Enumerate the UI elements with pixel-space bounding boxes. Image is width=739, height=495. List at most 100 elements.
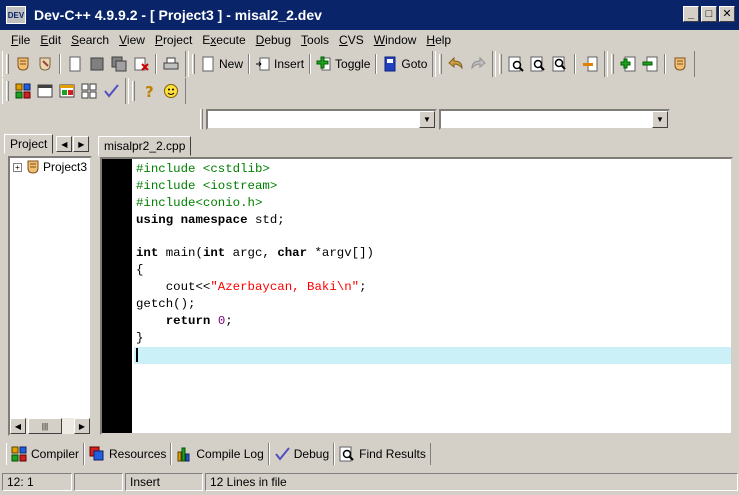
project-options-button[interactable] (669, 53, 691, 75)
undo-button[interactable] (445, 53, 467, 75)
editor-gutter[interactable] (102, 159, 132, 433)
menu-search[interactable]: Search (66, 33, 114, 47)
code-line[interactable]: cout<<"Azerbaycan, Baki\n"; (134, 279, 731, 296)
menu-file[interactable]: File (6, 33, 35, 47)
tab-debug[interactable]: Debug (268, 443, 335, 465)
status-mode: Insert (125, 473, 203, 491)
toolbar-separator (574, 54, 577, 74)
toolbar-grip[interactable] (200, 109, 203, 129)
compile-icon (15, 83, 31, 99)
tab-find-results-label: Find Results (359, 447, 426, 461)
run-button[interactable] (34, 80, 56, 102)
scroll-left-icon[interactable]: ◀ (10, 418, 26, 434)
tree-item-label: Project3 (43, 160, 88, 174)
project-tree[interactable]: + Project3 ◀ ||| ▶ (8, 156, 92, 436)
menu-help[interactable]: Help (421, 33, 456, 47)
toolbar-grip[interactable] (439, 54, 443, 74)
code-line[interactable] (134, 229, 731, 246)
toolbar-grip[interactable] (611, 54, 615, 74)
debug-button[interactable] (100, 80, 122, 102)
toggle-bookmark-button[interactable]: Toggle (314, 53, 372, 75)
toolbar-grip[interactable] (6, 54, 9, 74)
replace-button[interactable] (527, 53, 549, 75)
tree-item-project[interactable]: + Project3 (10, 158, 90, 176)
tab-compiler[interactable]: Compiler (6, 443, 85, 465)
code-line[interactable]: } (134, 330, 731, 347)
menu-window[interactable]: Window (369, 33, 422, 47)
chevron-down-icon[interactable]: ▼ (419, 110, 435, 128)
print-button[interactable] (160, 53, 182, 75)
menu-execute[interactable]: Execute (197, 33, 250, 47)
minimize-button[interactable]: _ (683, 6, 699, 22)
menu-tools[interactable]: Tools (296, 33, 334, 47)
tab-file-misalpr2_2[interactable]: misalpr2_2.cpp (98, 136, 192, 156)
find-next-button[interactable] (549, 53, 571, 75)
expand-plus-icon[interactable]: + (13, 162, 22, 172)
tab-scroll-left-icon[interactable]: ◀ (56, 136, 73, 152)
toolbar-separator (375, 54, 378, 74)
code-line[interactable]: #include <iostream> (134, 178, 731, 195)
add-to-project-button[interactable] (617, 53, 639, 75)
rebuild-all-button[interactable] (78, 80, 100, 102)
code-line[interactable]: getch(); (134, 296, 731, 313)
new-button[interactable]: New (198, 53, 245, 75)
help-button[interactable]: ? (138, 80, 160, 102)
tab-resources[interactable]: Resources (84, 443, 172, 465)
scroll-right-icon[interactable]: ▶ (74, 418, 90, 434)
toolbar-grip[interactable] (499, 54, 503, 74)
maximize-button[interactable]: □ (701, 6, 717, 22)
about-button[interactable] (160, 80, 182, 102)
code-editor[interactable]: #include <cstdlib> #include <iostream> #in… (100, 157, 733, 435)
redo-button[interactable] (467, 53, 489, 75)
compile-run-button[interactable] (56, 80, 78, 102)
toolbar-grip[interactable] (6, 81, 9, 101)
menu-project[interactable]: Project (150, 33, 197, 47)
menu-view[interactable]: View (114, 33, 150, 47)
tab-compile-log[interactable]: Compile Log (171, 443, 269, 465)
compile-button[interactable] (12, 80, 34, 102)
status-modified (74, 473, 123, 491)
code-line[interactable]: return 0; (134, 313, 731, 330)
toolbar-grip[interactable] (132, 81, 135, 101)
save-all-button[interactable] (108, 53, 130, 75)
project-panel: Project ◀ ▶ + Project3 ◀ ||| ▶ (4, 134, 92, 436)
dev-cpp-app-icon[interactable]: DEV (6, 6, 26, 24)
horizontal-scrollbar[interactable]: ◀ ||| ▶ (10, 418, 90, 434)
panel-splitter[interactable] (94, 134, 98, 436)
tab-find-results[interactable]: Find Results (334, 443, 431, 465)
new-page-icon (69, 56, 81, 72)
insert-button[interactable]: Insert (253, 53, 306, 75)
menu-edit[interactable]: Edit (35, 33, 66, 47)
tab-project[interactable]: Project (4, 134, 54, 154)
toolbar-row-3: ▼ ▼ (200, 106, 670, 132)
chevron-down-icon[interactable]: ▼ (652, 110, 668, 128)
menu-debug[interactable]: Debug (251, 33, 296, 47)
scrollbar-thumb[interactable]: ||| (28, 418, 62, 434)
goto-line-button[interactable] (579, 53, 601, 75)
open-file-button[interactable] (34, 53, 56, 75)
remove-from-project-button[interactable] (639, 53, 661, 75)
code-line[interactable]: #include<conio.h> (134, 195, 731, 212)
close-button[interactable]: ✕ (719, 6, 735, 22)
goto-bookmark-button[interactable]: Goto (380, 53, 429, 75)
open-project-button[interactable] (12, 53, 34, 75)
code-line[interactable]: { (134, 262, 731, 279)
replace-icon (530, 56, 546, 72)
class-combo[interactable]: ▼ (206, 108, 437, 130)
code-line[interactable]: using namespace std; (134, 212, 731, 229)
tab-scroll-right-icon[interactable]: ▶ (73, 136, 90, 152)
toolbar-separator (664, 54, 667, 74)
toolbar-grip[interactable] (192, 54, 195, 74)
menu-cvs[interactable]: CVS (334, 33, 369, 47)
find-button[interactable] (505, 53, 527, 75)
close-file-button[interactable] (130, 53, 152, 75)
code-area[interactable]: #include <cstdlib> #include <iostream> #in… (134, 161, 731, 364)
save-button[interactable] (86, 53, 108, 75)
member-combo[interactable]: ▼ (439, 108, 670, 130)
code-line[interactable]: #include <cstdlib> (134, 161, 731, 178)
code-line[interactable]: int main(int argc, char *argv[]) (134, 245, 731, 262)
question-mark-icon: ? (145, 83, 154, 99)
toolbar-edit (435, 51, 494, 77)
new-file-button[interactable] (64, 53, 86, 75)
code-line[interactable] (134, 346, 731, 364)
